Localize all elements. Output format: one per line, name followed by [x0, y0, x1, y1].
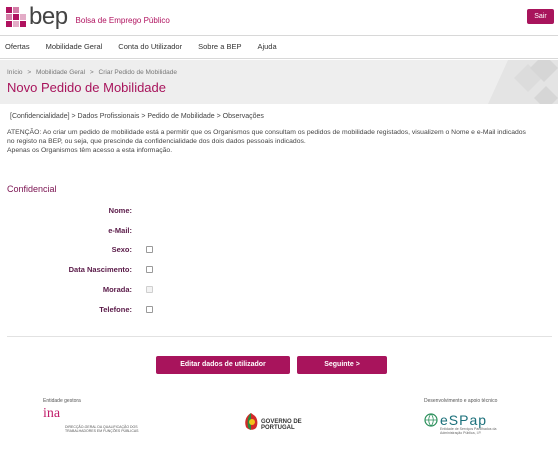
- next-button[interactable]: Seguinte >: [297, 356, 387, 374]
- nav-item-mobilidade-geral[interactable]: Mobilidade Geral: [41, 36, 108, 58]
- espap-logo[interactable]: eSPap: [440, 413, 487, 427]
- logo-grid-icon: [6, 7, 26, 27]
- bep-logo[interactable]: bep Bolsa de Emprego Público: [6, 3, 170, 30]
- form-row-telefone: Telefone:: [0, 304, 300, 316]
- footer-caption: Entidade gestora: [43, 398, 81, 404]
- footer-ina: Entidade gestora ina DIRECÇÃO-GERAL DA Q…: [43, 398, 153, 448]
- banner-decoration: [488, 60, 558, 104]
- top-header: bep Bolsa de Emprego Público Sair: [0, 0, 558, 36]
- main-nav: Ofertas Mobilidade Geral Conta do Utiliz…: [0, 36, 558, 59]
- notice-line: Apenas os Organismos têm acesso a esta i…: [7, 147, 173, 154]
- sexo-checkbox[interactable]: [146, 246, 153, 253]
- notice-line: ATENÇÃO: Ao criar um pedido de mobilidad…: [7, 129, 526, 136]
- page-title: Novo Pedido de Mobilidade: [7, 80, 166, 95]
- governo-text: GOVERNO DE PORTUGAL: [261, 419, 302, 431]
- field-label-email: e-Mail:: [108, 226, 132, 235]
- ina-logo[interactable]: ina: [43, 407, 60, 421]
- form-row-nome: Nome:: [0, 205, 300, 217]
- footer-governo: GOVERNO DE PORTUGAL: [243, 398, 323, 448]
- nav-item-ajuda[interactable]: Ajuda: [252, 36, 281, 58]
- breadcrumb-separator: >: [89, 69, 94, 76]
- logo-text: bep: [29, 3, 68, 30]
- exit-button[interactable]: Sair: [527, 9, 554, 24]
- form-divider: [7, 336, 552, 337]
- governo-line: PORTUGAL: [261, 425, 295, 431]
- field-label-nome: Nome:: [108, 206, 132, 215]
- page-banner: Início > Mobilidade Geral > Criar Pedido…: [0, 60, 558, 104]
- form-row-email: e-Mail:: [0, 225, 300, 237]
- field-label-sexo: Sexo:: [111, 245, 132, 254]
- espap-globe-icon[interactable]: [424, 413, 438, 427]
- field-label-morada: Morada:: [102, 285, 132, 294]
- wizard-steps: [Confidencialidade] > Dados Profissionai…: [10, 113, 264, 120]
- breadcrumb-mobilidade[interactable]: Mobilidade Geral: [36, 69, 85, 76]
- notice-line: no registo na BEP, ou seja, que prescind…: [7, 138, 306, 145]
- field-label-telefone: Telefone:: [99, 305, 132, 314]
- breadcrumb-current: Criar Pedido de Mobilidade: [98, 69, 177, 76]
- breadcrumb-separator: >: [27, 69, 32, 76]
- edit-user-data-button[interactable]: Editar dados de utilizador: [156, 356, 290, 374]
- nav-item-sobre-bep[interactable]: Sobre a BEP: [193, 36, 246, 58]
- breadcrumb: Início > Mobilidade Geral > Criar Pedido…: [7, 69, 177, 76]
- nav-item-conta-utilizador[interactable]: Conta do Utilizador: [113, 36, 187, 58]
- footer-caption: Desenvolvimento e apoio técnico: [424, 398, 498, 404]
- ina-text: DIRECÇÃO-GERAL DA QUALIFICAÇÃO DOS TRABA…: [65, 425, 139, 433]
- breadcrumb-home[interactable]: Início: [7, 69, 23, 76]
- footer: Entidade gestora ina DIRECÇÃO-GERAL DA Q…: [0, 398, 558, 450]
- logo-subtitle: Bolsa de Emprego Público: [75, 16, 170, 25]
- section-title-confidencial: Confidencial: [7, 184, 57, 194]
- data-nascimento-checkbox[interactable]: [146, 266, 153, 273]
- footer-espap: Desenvolvimento e apoio técnico eSPap En…: [424, 398, 534, 448]
- governo-portugal-icon[interactable]: [243, 412, 259, 432]
- espap-text: Entidade de Serviços Partilhados da Admi…: [440, 427, 497, 435]
- field-label-data-nascimento: Data Nascimento:: [68, 265, 132, 274]
- confidentiality-notice: ATENÇÃO: Ao criar um pedido de mobilidad…: [7, 128, 552, 155]
- form-row-sexo: Sexo:: [0, 244, 300, 256]
- form-row-data-nascimento: Data Nascimento:: [0, 264, 300, 276]
- morada-checkbox: [146, 286, 153, 293]
- telefone-checkbox[interactable]: [146, 306, 153, 313]
- nav-item-ofertas[interactable]: Ofertas: [0, 36, 35, 58]
- form-row-morada: Morada:: [0, 284, 300, 296]
